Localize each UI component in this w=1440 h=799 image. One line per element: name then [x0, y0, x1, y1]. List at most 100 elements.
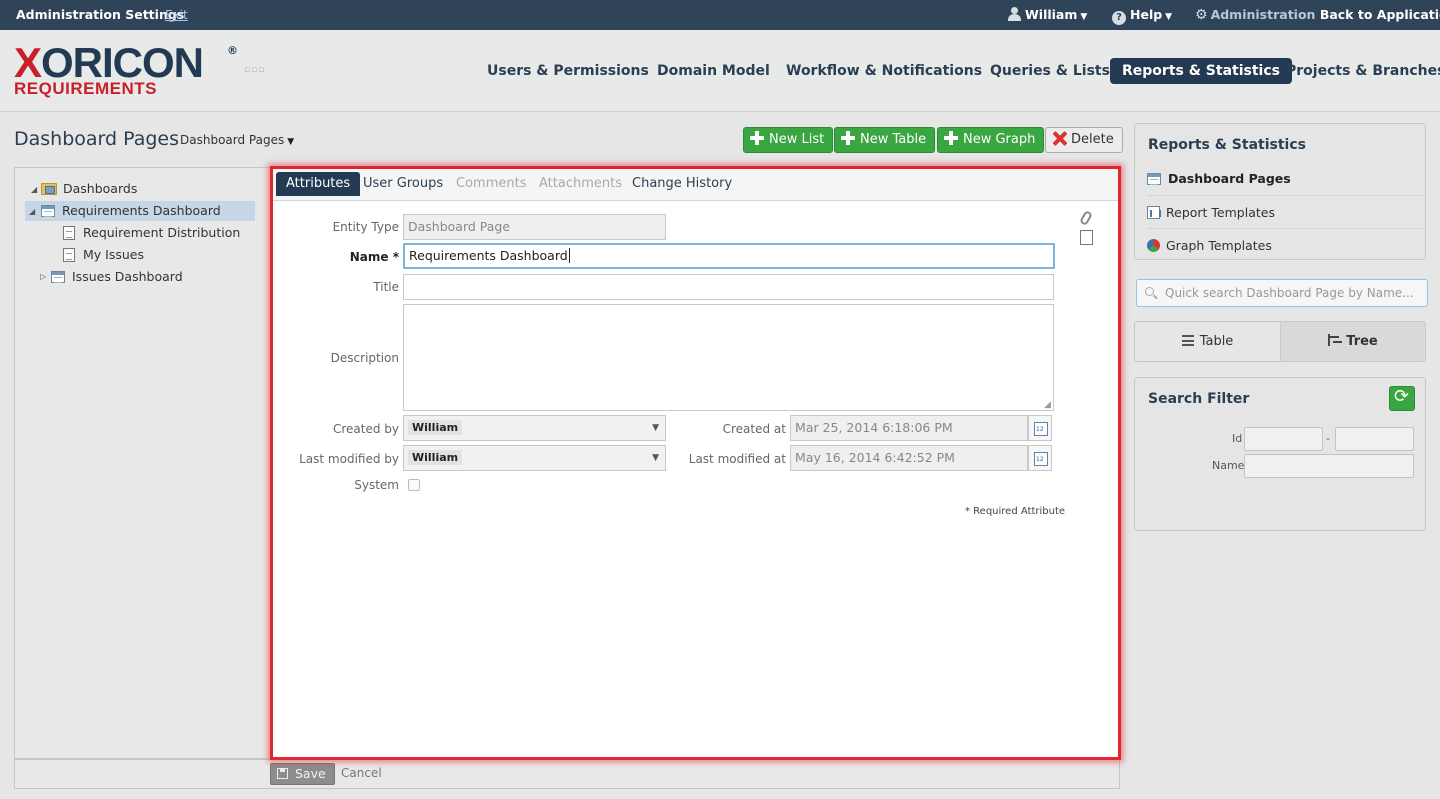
filter-id-label: Id — [1232, 432, 1243, 445]
plus-icon — [944, 131, 958, 145]
tree-panel: ◢ Dashboards ◢ Requirements Dashboard Re… — [14, 167, 271, 759]
dropdown-arrow-icon: ▼ — [652, 453, 659, 463]
attachment-icon[interactable] — [1079, 209, 1093, 227]
user-icon — [1008, 7, 1021, 21]
dashboards-folder-icon — [41, 183, 57, 195]
created-by-select[interactable]: William ▼ — [403, 415, 666, 441]
collapse-icon[interactable]: ◢ — [29, 202, 35, 222]
search-icon — [1145, 287, 1154, 296]
logo-registered-mark: ® — [227, 44, 238, 57]
collapse-icon[interactable]: ◢ — [31, 185, 37, 194]
nav-projects-branches[interactable]: Projects & Branches — [1274, 58, 1440, 84]
back-to-application-link[interactable]: ⚙Administration Back to Application — [1195, 7, 1440, 23]
tree-icon — [1328, 334, 1343, 346]
save-icon — [277, 768, 288, 779]
description-label: Description — [330, 351, 399, 365]
name-input[interactable]: Requirements Dashboard — [403, 243, 1055, 269]
nav-workflow-notifications[interactable]: Workflow & Notifications — [774, 58, 994, 84]
quick-search-input[interactable]: Quick search Dashboard Page by Name... — [1136, 279, 1428, 307]
sidebar-item-dashboard-pages[interactable]: Dashboard Pages — [1147, 162, 1425, 195]
plus-icon — [750, 131, 764, 145]
last-modified-at-label: Last modified at — [688, 452, 786, 466]
calendar-icon[interactable] — [1028, 415, 1052, 441]
tab-attributes[interactable]: Attributes — [276, 172, 361, 196]
pie-chart-icon — [1147, 239, 1160, 252]
tree-item-requirements-dashboard[interactable]: ◢ Requirements Dashboard — [25, 201, 255, 221]
top-bar: Administration Settings Exit William ▼ ? H… — [0, 0, 1440, 30]
tab-change-history[interactable]: Change History — [622, 172, 742, 196]
save-button[interactable]: Save — [270, 763, 335, 785]
filter-id-separator: - — [1326, 432, 1330, 445]
reports-statistics-panel: Reports & Statistics Dashboard Pages Rep… — [1134, 123, 1426, 260]
name-label: Name * — [349, 250, 399, 264]
filter-id-from-input[interactable] — [1244, 427, 1323, 451]
entity-type-field: Dashboard Page — [403, 214, 666, 240]
page-title: Dashboard Pages — [14, 128, 180, 150]
gear-icon: ⚙ — [1195, 7, 1208, 23]
search-filter-title: Search Filter — [1148, 391, 1250, 407]
description-textarea[interactable] — [403, 304, 1054, 411]
admin-title: Administration Settings — [16, 7, 185, 22]
logo[interactable]: XORICON — [14, 42, 204, 84]
entity-type-label: Entity Type — [332, 220, 399, 234]
tree-item-my-issues[interactable]: My Issues — [63, 245, 144, 265]
tab-user-groups[interactable]: User Groups — [353, 172, 453, 196]
app-header: XORICON ® REQUIREMENTS ▫▫▫ Users & Permi… — [0, 30, 1440, 112]
nav-domain-model[interactable]: Domain Model — [645, 58, 782, 84]
user-name: William — [1025, 7, 1078, 22]
delete-button[interactable]: Delete — [1045, 127, 1123, 153]
new-table-button[interactable]: New Table — [834, 127, 936, 153]
last-modified-by-select[interactable]: William ▼ — [403, 445, 666, 471]
exit-link[interactable]: Exit — [165, 8, 188, 22]
created-at-label: Created at — [722, 422, 786, 436]
title-label: Title — [373, 280, 399, 294]
logo-dots: ▫▫▫ — [244, 65, 266, 75]
tab-bar: Attributes User Groups Comments Attachme… — [273, 169, 1118, 201]
system-checkbox[interactable] — [408, 479, 420, 491]
tab-attachments[interactable]: Attachments — [529, 172, 632, 196]
new-graph-button[interactable]: New Graph — [937, 127, 1045, 153]
tree-item-dashboards[interactable]: Dashboards — [41, 179, 137, 199]
help-icon: ? — [1112, 11, 1126, 25]
refresh-filter-button[interactable] — [1389, 386, 1415, 411]
help-menu[interactable]: ? Help ▼ — [1112, 7, 1172, 25]
tree-item-requirement-distribution[interactable]: Requirement Distribution — [63, 223, 240, 243]
filter-name-label: Name — [1212, 459, 1245, 472]
system-label: System — [354, 478, 399, 492]
document-icon[interactable] — [1080, 230, 1093, 245]
cancel-link[interactable]: Cancel — [341, 766, 382, 780]
last-modified-by-label: Last modified by — [299, 452, 399, 466]
tab-comments[interactable]: Comments — [446, 172, 536, 196]
dropdown-arrow-icon: ▼ — [652, 423, 659, 433]
filter-name-input[interactable] — [1244, 454, 1414, 478]
view-tree-button[interactable]: Tree — [1280, 321, 1426, 362]
required-attribute-note: * Required Attribute — [965, 506, 1066, 517]
expand-icon[interactable]: ▷ — [40, 272, 46, 281]
filter-id-to-input[interactable] — [1335, 427, 1414, 451]
dashboard-icon — [1147, 173, 1161, 185]
sidebar-item-report-templates[interactable]: Report Templates — [1147, 195, 1425, 228]
title-input[interactable] — [403, 274, 1054, 300]
view-table-button[interactable]: Table — [1134, 321, 1281, 362]
plus-icon — [841, 131, 855, 145]
back-label: Back to Application — [1319, 7, 1440, 22]
chevron-down-icon: ▼ — [1080, 12, 1088, 22]
nav-queries-lists[interactable]: Queries & Lists — [978, 58, 1122, 84]
created-by-label: Created by — [332, 422, 399, 436]
sidebar-title: Reports & Statistics — [1148, 137, 1306, 153]
calendar-icon[interactable] — [1028, 445, 1052, 471]
report-icon — [1147, 206, 1161, 219]
delete-x-icon — [1052, 131, 1067, 146]
nav-users-permissions[interactable]: Users & Permissions — [475, 58, 661, 84]
sidebar-item-graph-templates[interactable]: Graph Templates — [1147, 228, 1425, 261]
resize-grip-icon[interactable]: ◢ — [1044, 400, 1051, 410]
list-icon — [1181, 335, 1194, 346]
new-list-button[interactable]: New List — [743, 127, 834, 153]
tree-item-issues-dashboard[interactable]: Issues Dashboard — [51, 267, 183, 287]
page-type-dropdown[interactable]: Dashboard Pages ▼ — [180, 133, 294, 147]
user-menu[interactable]: William ▼ — [1008, 7, 1087, 22]
nav-reports-statistics[interactable]: Reports & Statistics — [1110, 58, 1292, 84]
dashboard-icon — [41, 205, 55, 217]
caret-down-icon: ▼ — [287, 137, 295, 147]
dashboard-icon — [51, 271, 65, 283]
